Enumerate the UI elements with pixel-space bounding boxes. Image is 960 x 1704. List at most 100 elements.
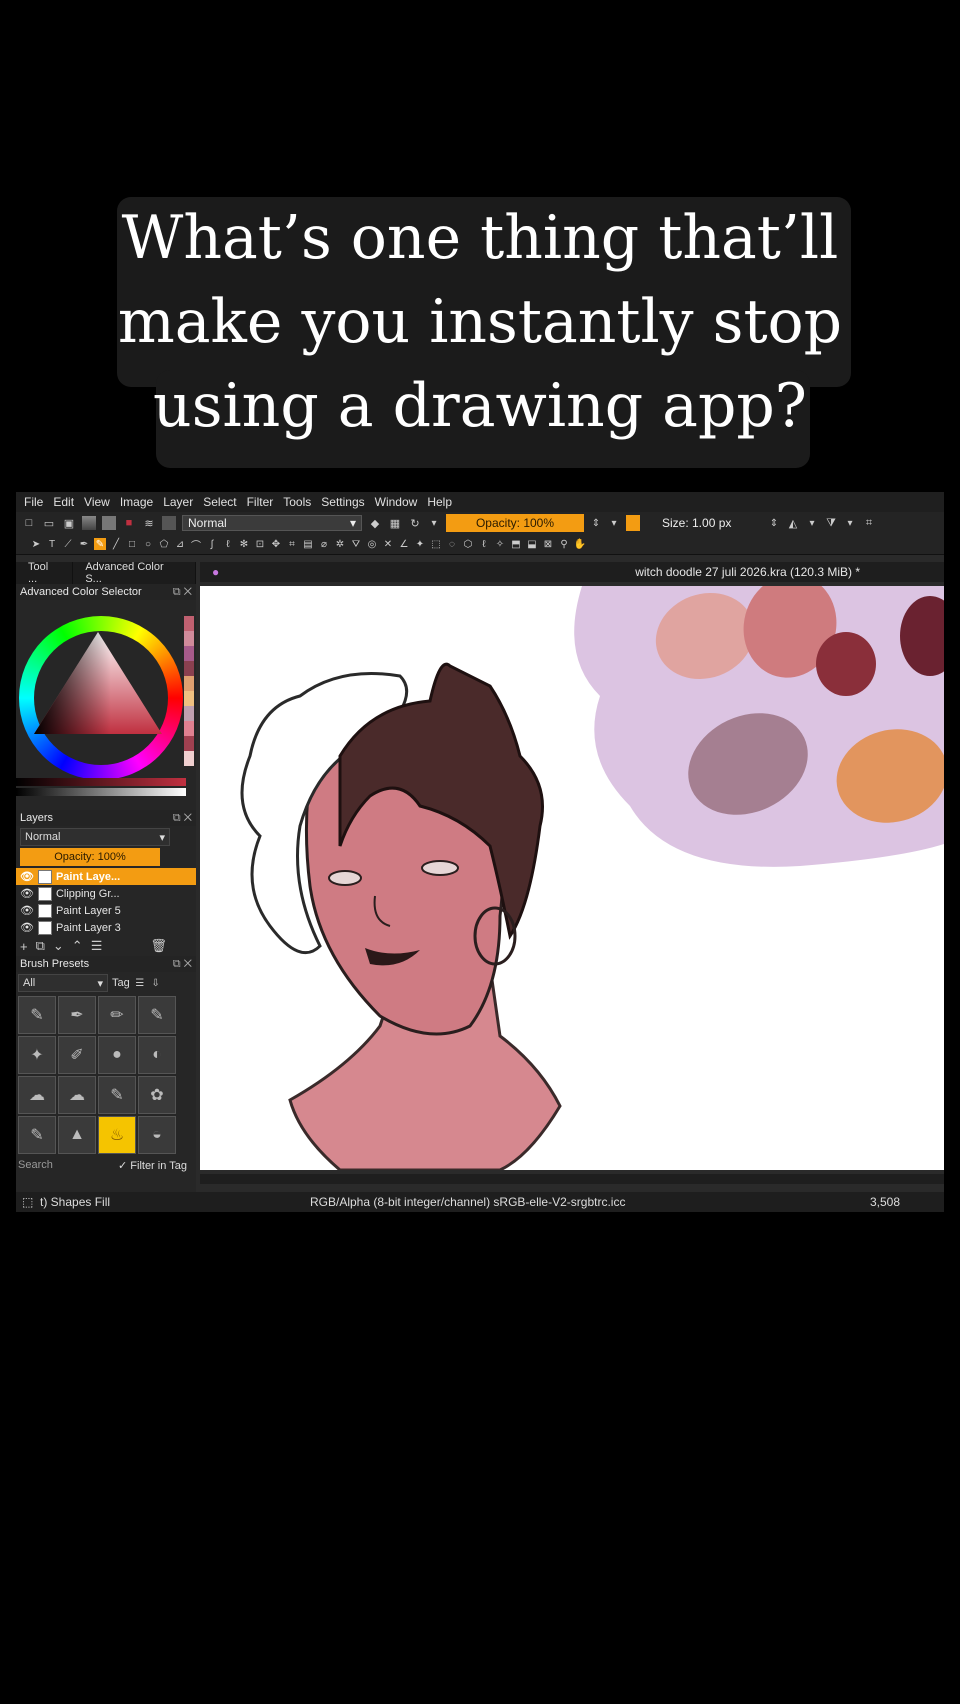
rect-select-icon[interactable]: ⬚ [430, 538, 442, 550]
polygon-tool-icon[interactable]: ⬠ [158, 538, 170, 550]
brush-tag-select[interactable]: Tag [112, 977, 130, 989]
edit-shapes-icon[interactable]: ⟋ [62, 538, 74, 550]
pan-tool-icon[interactable]: ✋ [574, 538, 586, 550]
menu-window[interactable]: Window [375, 495, 418, 509]
dynamic-brush-icon[interactable]: ℓ [222, 538, 234, 550]
crop-wrap-icon[interactable]: ⌗ [862, 516, 876, 530]
brush-preset[interactable]: ◐ [138, 1036, 176, 1074]
line-tool-icon[interactable]: ╱ [110, 538, 122, 550]
brush-preset[interactable]: ✎ [138, 996, 176, 1034]
crop-tool-icon[interactable]: ⌗ [286, 538, 298, 550]
dock-buttons[interactable]: ⧉ ✕ [173, 586, 192, 599]
freehand-select-icon[interactable]: ℓ [478, 538, 490, 550]
drawing-canvas[interactable] [200, 586, 944, 1170]
mirror-vertical-icon[interactable]: ⧩ [824, 516, 838, 530]
polyline-tool-icon[interactable]: ⊿ [174, 538, 186, 550]
pattern-icon[interactable] [102, 516, 116, 530]
layer-row[interactable]: 👁 Paint Layer 5 [16, 902, 196, 919]
color-swap-icon[interactable]: ■ [122, 516, 136, 530]
similar-select-icon[interactable]: ⬒ [510, 538, 522, 550]
brush-preset[interactable]: ✎ [18, 996, 56, 1034]
eye-icon[interactable]: 👁 [20, 870, 34, 883]
ellipse-select-icon[interactable]: ◌ [446, 538, 458, 550]
tab-advanced-color[interactable]: Advanced Color S... [73, 561, 196, 585]
contiguous-select-icon[interactable]: ✧ [494, 538, 506, 550]
brush-preset[interactable]: ☁ [58, 1076, 96, 1114]
gradient-tool-icon[interactable]: ▤ [302, 538, 314, 550]
eye-icon[interactable]: 👁 [20, 904, 34, 917]
brush-preset-selected[interactable]: ♨ [98, 1116, 136, 1154]
select-tool-icon[interactable]: ➤ [30, 538, 42, 550]
select-mode-icon[interactable]: ⬚ [22, 1195, 40, 1209]
menu-tools[interactable]: Tools [283, 495, 311, 509]
polygon-select-icon[interactable]: ⬡ [462, 538, 474, 550]
brush-preset[interactable]: ✒ [58, 996, 96, 1034]
document-title[interactable]: witch doodle 27 juli 2026.kra (120.3 MiB… [635, 565, 944, 579]
open-document-icon[interactable]: ▭ [42, 516, 56, 530]
color-history[interactable] [184, 616, 194, 766]
new-document-icon[interactable]: □ [22, 516, 36, 530]
menu-settings[interactable]: Settings [321, 495, 364, 509]
color-sampler-icon[interactable]: ⌀ [318, 538, 330, 550]
layer-blend-select[interactable]: Normal ▾ [20, 828, 170, 846]
ellipse-tool-icon[interactable]: ○ [142, 538, 154, 550]
add-layer-icon[interactable]: + [20, 939, 28, 954]
advanced-color-selector[interactable] [16, 600, 196, 810]
menu-layer[interactable]: Layer [163, 495, 193, 509]
smart-patch-icon[interactable]: ✲ [334, 538, 346, 550]
zoom-tool-icon[interactable]: ⚲ [558, 538, 570, 550]
multibrush-icon[interactable]: ✻ [238, 538, 250, 550]
menu-select[interactable]: Select [203, 495, 236, 509]
tab-tool-options[interactable]: Tool ... [16, 561, 74, 585]
brush-preset[interactable]: ✎ [98, 1076, 136, 1114]
spin-icon[interactable]: ⇕ [590, 517, 602, 529]
chevron-down-icon[interactable]: ▾ [428, 517, 440, 529]
brush-preset[interactable]: ✿ [138, 1076, 176, 1114]
dock-buttons[interactable]: ⧉ ✕ [173, 812, 192, 825]
spin-icon[interactable]: ⇕ [768, 517, 780, 529]
brush-preset[interactable]: ● [98, 1036, 136, 1074]
dock-buttons[interactable]: ⧉ ✕ [173, 958, 192, 971]
magnetic-select-icon[interactable]: ⊠ [542, 538, 554, 550]
blend-mode-select[interactable]: Normal ▾ [182, 515, 362, 531]
calligraphy-icon[interactable]: ✒ [78, 538, 90, 550]
layer-row[interactable]: 👁 Clipping Gr... [16, 885, 196, 902]
brush-preset[interactable]: ✐ [58, 1036, 96, 1074]
list-view-icon[interactable]: ☰ [134, 977, 146, 989]
layer-properties-icon[interactable]: ☰ [91, 938, 103, 954]
chevron-down-icon[interactable]: ▾ [844, 517, 856, 529]
duplicate-layer-icon[interactable]: ⧉ [36, 938, 45, 954]
reference-tool-icon[interactable]: ✦ [414, 538, 426, 550]
mirror-horizontal-icon[interactable]: ◭ [786, 516, 800, 530]
eye-icon[interactable]: 👁 [20, 887, 34, 900]
canvas-horizontal-scrollbar[interactable] [200, 1174, 944, 1184]
brush-preset[interactable]: ✎ [18, 1116, 56, 1154]
brush-preset-icon[interactable] [162, 516, 176, 530]
bezier-select-icon[interactable]: ⬓ [526, 538, 538, 550]
chevron-down-icon[interactable]: ▾ [608, 517, 620, 529]
menu-filter[interactable]: Filter [247, 495, 274, 509]
assistant-tool-icon[interactable]: ✕ [382, 538, 394, 550]
filter-in-tag-checkbox[interactable]: ✓ Filter in Tag [118, 1159, 187, 1172]
menu-help[interactable]: Help [427, 495, 452, 509]
fill-tool-icon[interactable]: ⛛ [350, 538, 362, 550]
save-icon[interactable]: ▣ [62, 516, 76, 530]
move-down-icon[interactable]: ⌄ [53, 938, 64, 954]
opacity-slider[interactable]: Opacity: 100% [446, 514, 584, 532]
text-tool-icon[interactable]: T [46, 538, 58, 550]
freehand-path-icon[interactable]: ∫ [206, 538, 218, 550]
brush-preset[interactable]: ✏ [98, 996, 136, 1034]
import-icon[interactable]: ⇩ [150, 977, 162, 989]
bezier-tool-icon[interactable]: ⌒ [190, 538, 202, 552]
alpha-lock-icon[interactable]: ▦ [388, 516, 402, 530]
delete-layer-icon[interactable]: 🗑 [150, 938, 167, 954]
move-tool-icon[interactable]: ✥ [270, 538, 282, 550]
measure-tool-icon[interactable]: ∠ [398, 538, 410, 550]
brush-preset[interactable]: ▲ [58, 1116, 96, 1154]
eye-icon[interactable]: 👁 [20, 921, 34, 934]
menu-file[interactable]: File [24, 495, 43, 509]
layer-opacity-slider[interactable]: Opacity: 100% [20, 848, 160, 866]
flow-swatch[interactable] [626, 515, 640, 531]
brush-preset[interactable]: ✦ [18, 1036, 56, 1074]
chevron-down-icon[interactable]: ▾ [806, 517, 818, 529]
